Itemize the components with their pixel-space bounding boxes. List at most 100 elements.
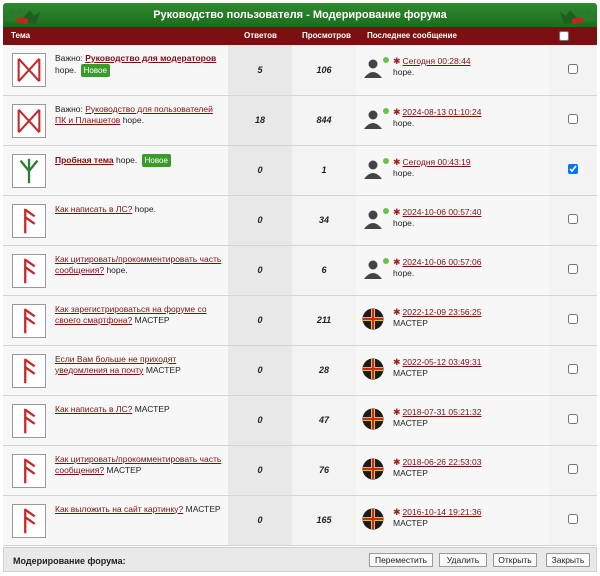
last-post-date-link[interactable]: 2024-08-13 01:10:24 [403,107,482,117]
last-post-date-link[interactable]: Сегодня 00:43:19 [403,157,471,167]
last-post-info: ✱ 2024-10-06 00:57:40 hope. [393,207,481,229]
last-post-author[interactable]: МАСТЕР [393,318,428,328]
avatar[interactable] [362,358,384,380]
replies-count: 0 [228,145,292,196]
avatar[interactable] [362,508,384,530]
last-post-author[interactable]: hope. [393,268,414,278]
star-icon: ✱ [393,306,401,317]
rune-ansuz-icon [12,353,46,388]
online-indicator [383,207,389,214]
last-post-author[interactable]: hope. [393,168,414,178]
topic-author[interactable]: МАСТЕР [106,465,141,475]
avatar[interactable] [362,258,384,280]
last-post-author[interactable]: hope. [393,118,414,128]
topic-info: Как написать в ЛС? МАСТЕР [55,404,225,415]
avatar[interactable] [362,57,384,79]
avatar[interactable] [362,108,384,130]
row-select-checkbox[interactable] [568,214,578,224]
move-button[interactable]: Переместить [369,553,433,567]
last-post-info: ✱ 2024-08-13 01:10:24 hope. [393,107,481,129]
topic-info: Как написать в ЛС? hope. [55,204,225,215]
replies-count: 0 [228,445,292,496]
star-icon: ✱ [393,206,401,217]
topic-author[interactable]: hope. [123,115,144,125]
last-post-date-link[interactable]: 2022-05-12 03:49:31 [403,357,482,367]
select-all-checkbox[interactable] [559,31,569,41]
topic-info: Как зарегистрироваться на форуме со свое… [55,304,225,326]
views-count: 76 [292,445,356,496]
last-post-date-link[interactable]: 2018-07-31 05:21:32 [403,407,482,417]
topic-link[interactable]: Как зарегистрироваться на форуме со свое… [55,304,207,325]
avatar[interactable] [362,408,384,430]
topic-author[interactable]: hope. [135,204,156,214]
views-count: 106 [292,45,356,96]
topic-link[interactable]: Как написать в ЛС? [55,404,132,414]
rune-ansuz-icon [12,203,46,238]
topic-link[interactable]: Как написать в ЛС? [55,204,132,214]
moderation-footer: Модерирование форума: Переместить Удалит… [3,547,597,572]
topic-cell: Как цитировать/прокомментировать часть с… [3,245,228,296]
topic-link[interactable]: Как цитировать/прокомментировать часть с… [55,254,221,275]
last-post-author[interactable]: МАСТЕР [393,368,428,378]
row-select-checkbox[interactable] [568,464,578,474]
topic-author[interactable]: hope. [116,155,137,165]
last-post-info: ✱ 2018-07-31 05:21:32 МАСТЕР [393,407,481,429]
last-post-date-link[interactable]: 2024-10-06 00:57:06 [403,257,482,267]
topic-author[interactable]: МАСТЕР [135,315,170,325]
rune-ingwaz-icon [12,103,46,138]
row-select-cell [549,445,597,496]
row-select-checkbox[interactable] [568,114,578,124]
topic-author[interactable]: hope. [55,65,76,75]
last-post-cell: ✱ 2022-12-09 23:56:25 МАСТЕР [356,295,549,346]
topic-author[interactable]: МАСТЕР [146,365,181,375]
avatar[interactable] [362,158,384,180]
last-post-author[interactable]: МАСТЕР [393,518,428,528]
topic-link[interactable]: Пробная тема [55,155,114,165]
last-post-info: ✱ 2022-05-12 03:49:31 МАСТЕР [393,357,481,379]
star-icon: ✱ [393,56,401,66]
delete-button[interactable]: Удалить [439,553,487,567]
avatar[interactable] [362,458,384,480]
star-icon: ✱ [393,356,401,367]
topic-author[interactable]: hope. [106,265,127,275]
topic-link[interactable]: Как выложить на сайт картинку? [55,504,183,514]
last-post-date-link[interactable]: 2024-10-06 00:57:40 [403,207,482,217]
row-select-checkbox[interactable] [568,414,578,424]
row-select-checkbox[interactable] [568,164,578,174]
replies-count: 0 [228,495,292,546]
close-button[interactable]: Закрыть [546,553,590,567]
open-button[interactable]: Открыть [493,553,537,567]
last-post-date-link[interactable]: Сегодня 00:28:44 [403,56,471,66]
last-post-date-link[interactable]: 2022-12-09 23:56:25 [403,307,482,317]
topic-cell: Как выложить на сайт картинку? МАСТЕР [3,495,228,546]
row-select-cell [549,245,597,296]
topic-author[interactable]: МАСТЕР [135,404,170,414]
replies-count: 0 [228,295,292,346]
topic-author[interactable]: МАСТЕР [186,504,221,514]
row-select-checkbox[interactable] [568,264,578,274]
last-post-info: ✱ 2018-06-26 22:53:03 МАСТЕР [393,457,481,479]
topic-row: Как выложить на сайт картинку? МАСТЕР 0 … [3,495,597,546]
last-post-date-link[interactable]: 2016-10-14 19:21:36 [403,507,482,517]
last-post-author[interactable]: МАСТЕР [393,468,428,478]
last-post-author[interactable]: МАСТЕР [393,418,428,428]
avatar[interactable] [362,208,384,230]
row-select-checkbox[interactable] [568,314,578,324]
row-select-checkbox[interactable] [568,63,578,74]
last-post-info: ✱ 2022-12-09 23:56:25 МАСТЕР [393,307,481,329]
row-select-checkbox[interactable] [568,514,578,524]
last-post-author[interactable]: hope. [393,218,414,228]
topic-info: Как цитировать/прокомментировать часть с… [55,454,225,476]
topic-prefix: Важно: [55,103,83,114]
replies-count: 0 [228,395,292,446]
topic-cell: Если Вам больше не приходят уведомления … [3,345,228,396]
last-post-date-link[interactable]: 2018-06-26 22:53:03 [403,457,482,467]
topic-link[interactable]: Руководство для модераторов [85,53,216,63]
last-post-author[interactable]: hope. [393,67,414,77]
topic-cell: Как зарегистрироваться на форуме со свое… [3,295,228,346]
row-select-checkbox[interactable] [568,364,578,374]
forum-title-bar: Руководство пользователя - Модерирование… [3,3,597,27]
select-all-input[interactable] [559,31,569,41]
rune-ansuz-icon [12,253,46,288]
avatar[interactable] [362,308,384,330]
